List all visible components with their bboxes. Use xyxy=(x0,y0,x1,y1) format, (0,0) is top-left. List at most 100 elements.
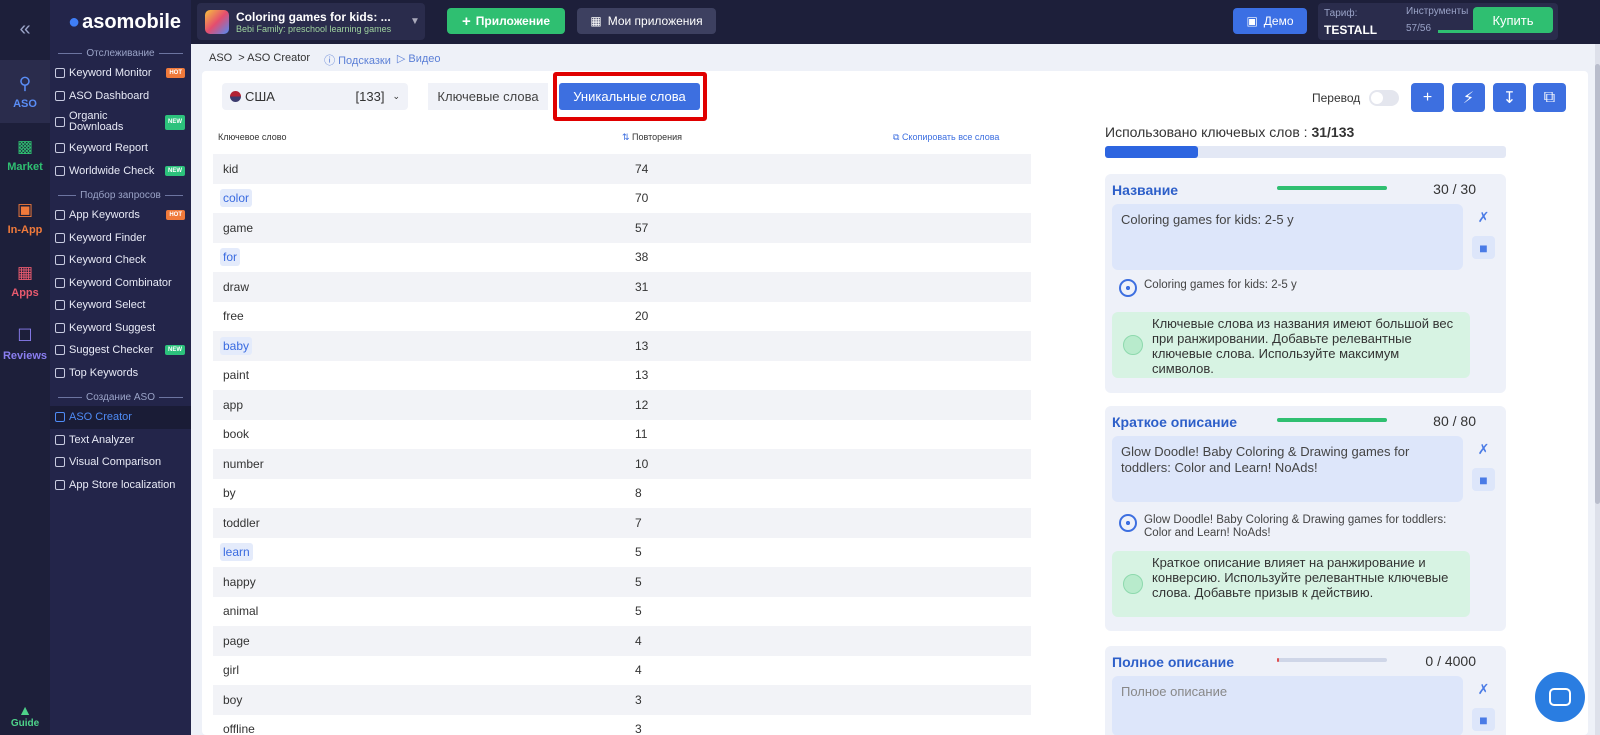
sort-icon: ⇅ xyxy=(622,132,633,142)
table-row[interactable]: app 12 xyxy=(213,390,1031,420)
item-icon xyxy=(55,434,65,445)
sidebar-item-keyword-suggest[interactable]: Keyword Suggest xyxy=(50,317,191,340)
table-row[interactable]: happy 5 xyxy=(213,567,1031,597)
copy-all-words-button[interactable]: ⧉ Скопировать все слова xyxy=(893,132,999,143)
collapse-icon[interactable]: « xyxy=(19,14,30,44)
table-row[interactable]: offline 3 xyxy=(213,715,1031,735)
app-title: Coloring games for kids: ... xyxy=(236,9,391,24)
download-button[interactable]: ↧ xyxy=(1493,83,1526,112)
sidebar-item-aso-dashboard[interactable]: ASO Dashboard xyxy=(50,85,191,108)
shrink-button[interactable]: ✗ xyxy=(1472,678,1495,701)
full-description-field[interactable]: Полное описание xyxy=(1112,676,1463,735)
keyword-cell: game xyxy=(213,221,635,235)
table-row[interactable]: draw 31 xyxy=(213,272,1031,302)
title-field[interactable]: Coloring games for kids: 2-5 y xyxy=(1112,204,1463,270)
sidebar-item-label: Text Analyzer xyxy=(69,433,135,446)
rail-item-market[interactable]: ▩ Market xyxy=(0,123,50,186)
page-scrollbar[interactable] xyxy=(1595,44,1600,735)
sidebar-item-suggest-checker[interactable]: Suggest Checker NEW xyxy=(50,339,191,362)
copy-button[interactable]: ■ xyxy=(1472,708,1495,731)
my-apps-button[interactable]: ▦ Мои приложения xyxy=(577,8,716,34)
copy-button[interactable]: ⧉ xyxy=(1533,83,1566,112)
table-row[interactable]: paint 13 xyxy=(213,361,1031,391)
section-tracking: Отслеживание xyxy=(50,48,191,59)
table-row[interactable]: color 70 xyxy=(213,184,1031,214)
lightning-button[interactable]: ⚡ xyxy=(1452,83,1485,112)
table-row[interactable]: game 57 xyxy=(213,213,1031,243)
sidebar-item-keyword-report[interactable]: Keyword Report xyxy=(50,137,191,160)
shrink-button[interactable]: ✗ xyxy=(1472,438,1495,461)
table-row[interactable]: toddler 7 xyxy=(213,508,1031,538)
item-icon xyxy=(55,232,65,243)
brand-logo[interactable]: ● asomobile xyxy=(50,0,191,44)
download-icon: ↧ xyxy=(1502,89,1517,107)
sidebar-item-app-store-localization[interactable]: App Store localization xyxy=(50,474,191,497)
table-row[interactable]: page 4 xyxy=(213,626,1031,656)
google-play-icon xyxy=(1119,279,1137,297)
guide-link[interactable]: ▲ Guide xyxy=(0,702,50,729)
breadcrumb-root[interactable]: ASO xyxy=(209,52,232,68)
rail-item-reviews[interactable]: ☐ Reviews xyxy=(0,312,50,375)
hints-link[interactable]: ⓘ Подсказки xyxy=(324,52,391,68)
sidebar-item-text-analyzer[interactable]: Text Analyzer xyxy=(50,429,191,452)
table-row[interactable]: kid 74 xyxy=(213,154,1031,184)
guide-label: Guide xyxy=(10,718,40,729)
table-row[interactable]: for 38 xyxy=(213,243,1031,273)
column-header-keyword[interactable]: Ключевое слово xyxy=(218,132,286,142)
table-row[interactable]: free 20 xyxy=(213,302,1031,332)
sidebar-item-keyword-select[interactable]: Keyword Select xyxy=(50,294,191,317)
chat-widget-button[interactable] xyxy=(1535,672,1585,722)
sidebar-item-keyword-monitor[interactable]: Keyword Monitor HOT xyxy=(50,62,191,85)
table-row[interactable]: boy 3 xyxy=(213,685,1031,715)
keyword-text: animal xyxy=(223,604,259,619)
title-card: Название 30 / 30 Coloring games for kids… xyxy=(1105,174,1506,393)
translate-toggle[interactable] xyxy=(1369,90,1399,106)
sidebar-item-top-keywords[interactable]: Top Keywords xyxy=(50,362,191,385)
add-button[interactable]: + xyxy=(1411,83,1444,112)
demo-button[interactable]: ▣ Демо xyxy=(1233,8,1307,34)
table-row[interactable]: book 11 xyxy=(213,420,1031,450)
table-row[interactable]: animal 5 xyxy=(213,597,1031,627)
scrollbar-thumb[interactable] xyxy=(1595,64,1600,504)
repeats-cell: 7 xyxy=(635,515,642,530)
copy-button[interactable]: ■ xyxy=(1472,468,1495,491)
preview-text: Coloring games for kids: 2-5 y xyxy=(1144,279,1297,291)
keyword-text: offline xyxy=(223,722,255,735)
search-icon: ⚲ xyxy=(18,73,32,93)
sidebar-item-keyword-combinator[interactable]: Keyword Combinator xyxy=(50,272,191,295)
short-description-field[interactable]: Glow Doodle! Baby Coloring & Drawing gam… xyxy=(1112,436,1463,502)
new-badge: NEW xyxy=(165,345,185,356)
sidebar-item-worldwide-check[interactable]: Worldwide Check NEW xyxy=(50,160,191,183)
video-link[interactable]: ▷ Видео xyxy=(397,52,441,68)
calendar-icon: ▣ xyxy=(1246,14,1258,28)
keyword-text: app xyxy=(223,397,244,412)
copy-button[interactable]: ■ xyxy=(1472,236,1495,259)
rail-item-apps[interactable]: ▦ Apps xyxy=(0,249,50,312)
tariff-value: TESTALL xyxy=(1324,23,1378,37)
table-row[interactable]: number 10 xyxy=(213,449,1031,479)
add-app-button[interactable]: + Приложение xyxy=(447,8,565,34)
sidebar-item-label: Top Keywords xyxy=(69,366,139,379)
keyword-cell: draw xyxy=(213,280,635,294)
table-row[interactable]: baby 13 xyxy=(213,331,1031,361)
sidebar-item-organic-downloads[interactable]: Organic Downloads NEW xyxy=(50,107,191,137)
logo-icon: ● xyxy=(68,10,81,33)
column-header-repeats[interactable]: ⇅ Повторения xyxy=(622,132,682,143)
rail-item-inapp[interactable]: ▣ In-App xyxy=(0,186,50,249)
table-row[interactable]: by 8 xyxy=(213,479,1031,509)
country-select[interactable]: США [133] ⌄ xyxy=(222,83,408,110)
keyword-cell: happy xyxy=(213,575,635,589)
app-selector[interactable]: Coloring games for kids: ... Bebi Family… xyxy=(197,3,425,40)
buy-button[interactable]: Купить xyxy=(1473,7,1553,33)
sidebar-item-app-keywords[interactable]: App Keywords HOT xyxy=(50,204,191,227)
repeats-cell: 3 xyxy=(635,722,642,735)
tab-keywords[interactable]: Ключевые слова xyxy=(428,83,548,110)
table-row[interactable]: learn 5 xyxy=(213,538,1031,568)
sidebar-item-visual-comparison[interactable]: Visual Comparison xyxy=(50,451,191,474)
sidebar-item-aso-creator[interactable]: ASO Creator xyxy=(50,406,191,429)
sidebar-item-keyword-check[interactable]: Keyword Check xyxy=(50,249,191,272)
rail-item-aso[interactable]: ⚲ ASO xyxy=(0,60,50,123)
sidebar-item-keyword-finder[interactable]: Keyword Finder xyxy=(50,227,191,250)
shrink-button[interactable]: ✗ xyxy=(1472,206,1495,229)
table-row[interactable]: girl 4 xyxy=(213,656,1031,686)
